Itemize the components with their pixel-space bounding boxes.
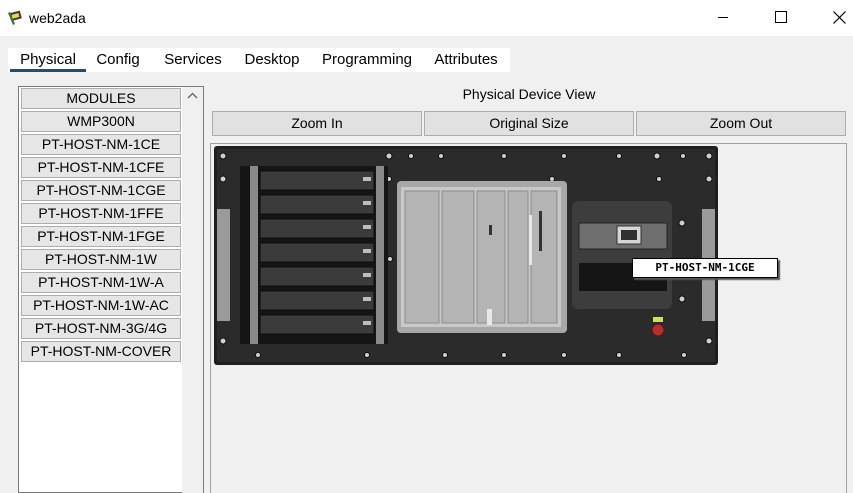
- maximize-button[interactable]: [758, 0, 804, 34]
- close-button[interactable]: [816, 0, 853, 34]
- module-item[interactable]: PT-HOST-NM-1CGE: [21, 180, 181, 201]
- module-item[interactable]: PT-HOST-NM-1FFE: [21, 203, 181, 224]
- module-item[interactable]: PT-HOST-NM-3G/4G: [21, 318, 181, 339]
- modules-header: MODULES: [21, 88, 181, 109]
- maximize-icon: [775, 11, 787, 23]
- module-item[interactable]: PT-HOST-NM-1W-A: [21, 272, 181, 293]
- physical-device-view-label: Physical Device View: [462, 86, 596, 102]
- chevron-up-icon[interactable]: [182, 87, 203, 105]
- expansion-bay: [397, 181, 567, 333]
- tab-attributes[interactable]: Attributes: [429, 48, 503, 72]
- network-module-slot: [572, 201, 672, 309]
- module-tooltip: PT-HOST-NM-1CGE: [632, 258, 778, 278]
- device-chassis: [214, 146, 718, 365]
- tab-strip: Physical Config Services Desktop Program…: [8, 48, 510, 72]
- tab-bar: Physical Config Services Desktop Program…: [0, 36, 853, 76]
- close-icon: [832, 10, 846, 24]
- status-led: [653, 317, 663, 322]
- module-item[interactable]: PT-HOST-NM-1CFE: [21, 157, 181, 178]
- module-item[interactable]: PT-HOST-NM-1W-AC: [21, 295, 181, 316]
- tab-physical[interactable]: Physical: [10, 48, 86, 72]
- module-item[interactable]: PT-HOST-NM-1W: [21, 249, 181, 270]
- window-title: web2ada: [29, 10, 86, 26]
- module-item[interactable]: WMP300N: [21, 111, 181, 132]
- modules-scrollbar[interactable]: [182, 87, 203, 493]
- title-bar: web2ada: [0, 0, 853, 36]
- tab-services[interactable]: Services: [158, 48, 228, 72]
- drive-bay: [240, 166, 388, 344]
- tab-programming[interactable]: Programming: [316, 48, 418, 72]
- original-size-button[interactable]: Original Size: [424, 111, 634, 136]
- minimize-icon: [718, 17, 728, 18]
- zoom-in-button[interactable]: Zoom In: [212, 111, 422, 136]
- minimize-button[interactable]: [700, 0, 746, 34]
- module-item[interactable]: PT-HOST-NM-1FGE: [21, 226, 181, 247]
- left-handle: [217, 209, 230, 321]
- module-item[interactable]: PT-HOST-NM-1CE: [21, 134, 181, 155]
- tab-desktop[interactable]: Desktop: [240, 48, 304, 72]
- zoom-out-button[interactable]: Zoom Out: [636, 111, 846, 136]
- device-canvas[interactable]: [210, 143, 847, 493]
- app-icon: [8, 10, 22, 25]
- module-item[interactable]: PT-HOST-NM-COVER: [21, 341, 181, 362]
- tab-config[interactable]: Config: [90, 48, 146, 72]
- power-button[interactable]: [651, 323, 665, 337]
